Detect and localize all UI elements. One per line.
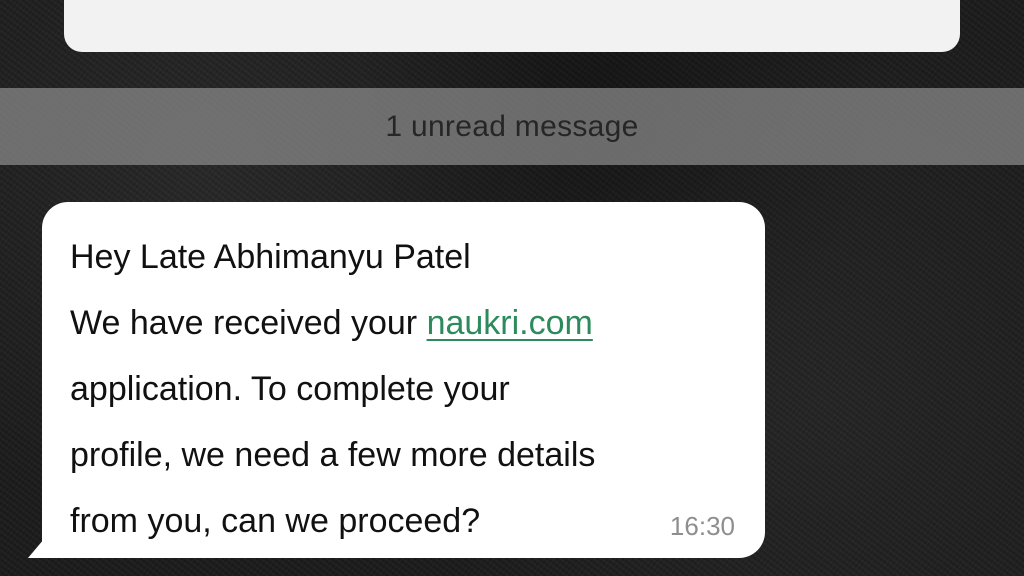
chat-area[interactable]: 1 unread message Hey Late Abhimanyu Pate…	[0, 0, 1024, 576]
message-text: Hey Late Abhimanyu Patel We have receive…	[70, 224, 750, 554]
message-line-received: We have received your naukri.com	[70, 290, 750, 356]
message-line-greeting: Hey Late Abhimanyu Patel	[70, 238, 471, 276]
message-line-proceed: from you, can we proceed?	[70, 502, 481, 540]
unread-messages-banner: 1 unread message	[0, 88, 1024, 165]
message-timestamp: 16:30	[669, 511, 735, 541]
message-line-profile: profile, we need a few more details	[70, 436, 596, 474]
unread-messages-label: 1 unread message	[385, 109, 639, 143]
incoming-message-bubble[interactable]: Hey Late Abhimanyu Patel We have receive…	[42, 202, 765, 558]
naukri-link[interactable]: naukri.com	[427, 304, 593, 342]
message-line-received-text: We have received your	[70, 304, 427, 342]
previous-message-bubble[interactable]	[64, 0, 960, 52]
message-line-application: application. To complete your	[70, 370, 510, 408]
